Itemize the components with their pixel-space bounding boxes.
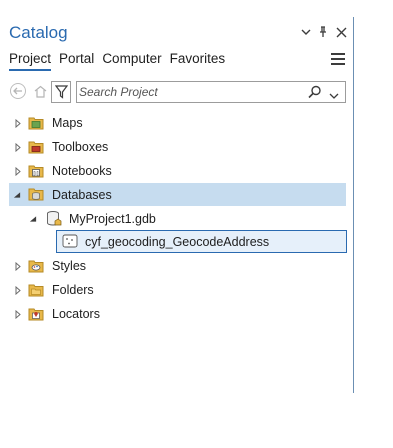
filter-icon[interactable] (51, 81, 71, 103)
collapse-icon[interactable] (13, 190, 21, 200)
toolboxes-folder-icon (28, 139, 44, 155)
tab-computer[interactable]: Computer (102, 51, 161, 71)
tree-item-gdb[interactable]: MyProject1.gdb (9, 208, 346, 230)
expand-icon[interactable] (14, 142, 22, 152)
tree-item-feature-class[interactable]: cyf_geocoding_GeocodeAddress (56, 230, 347, 253)
expand-icon[interactable] (14, 166, 22, 176)
locators-folder-icon (28, 306, 44, 322)
pane-title: Catalog (9, 23, 68, 42)
tree-item-notebooks[interactable]: [i] Notebooks (9, 160, 346, 182)
tree-label: Folders (52, 283, 94, 297)
menu-icon[interactable] (331, 53, 345, 67)
tab-project[interactable]: Project (9, 51, 52, 71)
tree-item-folders[interactable]: Folders (9, 279, 346, 301)
tree-label: Styles (52, 259, 87, 273)
tab-portal[interactable]: Portal (59, 51, 94, 71)
search-box (76, 81, 346, 103)
geodatabase-icon (46, 210, 62, 226)
tree-item-locators[interactable]: Locators (9, 303, 346, 325)
tree-label: cyf_geocoding_GeocodeAddress (85, 234, 270, 249)
pin-icon[interactable] (316, 25, 330, 39)
tree-label: MyProject1.gdb (69, 212, 156, 226)
tree-item-databases[interactable]: Databases (9, 183, 346, 206)
tree-label: Toolboxes (52, 140, 109, 154)
notebooks-folder-icon: [i] (28, 163, 44, 179)
databases-folder-icon (28, 186, 44, 202)
tree-label: Notebooks (52, 164, 112, 178)
tree-label: Databases (52, 187, 112, 202)
tree-item-styles[interactable]: Styles (9, 255, 346, 277)
home-icon[interactable] (32, 83, 48, 99)
point-feature-class-icon (62, 234, 78, 250)
expand-icon[interactable] (14, 309, 22, 319)
tree-label: Maps (52, 116, 83, 130)
catalog-toolbar (9, 81, 354, 103)
styles-folder-icon (28, 258, 44, 274)
back-icon[interactable] (10, 83, 26, 99)
svg-text:[i]: [i] (33, 171, 38, 177)
maps-folder-icon (28, 115, 44, 131)
search-input[interactable] (77, 84, 302, 100)
folders-folder-icon (28, 282, 44, 298)
catalog-tabs: Project Portal Computer Favorites (9, 51, 233, 73)
tree-label: Locators (52, 307, 100, 321)
close-icon[interactable] (334, 25, 348, 39)
expand-icon[interactable] (14, 261, 22, 271)
expand-icon[interactable] (14, 285, 22, 295)
catalog-pane: Catalog Project Portal Computer Favorite… (9, 17, 354, 393)
tree-item-maps[interactable]: Maps (9, 112, 346, 134)
tree-item-toolboxes[interactable]: Toolboxes (9, 136, 346, 158)
collapse-icon[interactable] (29, 214, 37, 224)
tab-favorites[interactable]: Favorites (170, 51, 226, 71)
expand-icon[interactable] (14, 118, 22, 128)
chevron-down-icon[interactable] (299, 25, 313, 39)
search-options-chevron-icon[interactable] (329, 87, 339, 105)
search-icon[interactable] (308, 85, 322, 104)
